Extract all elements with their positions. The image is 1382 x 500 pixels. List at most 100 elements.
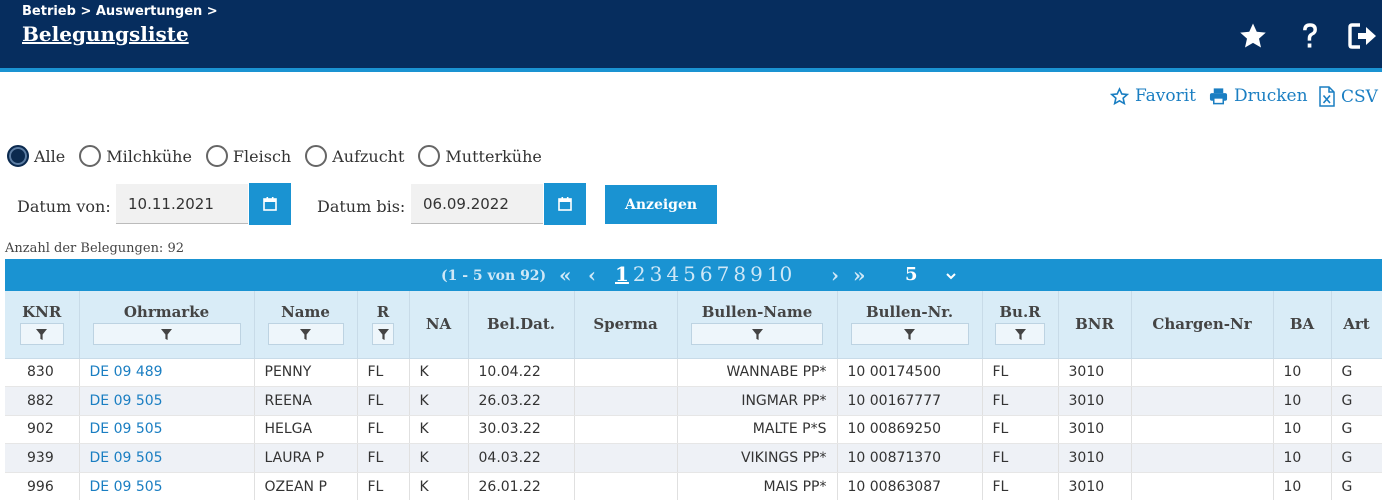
page-link-9[interactable]: 9 xyxy=(750,262,763,286)
col-header-chargen-nr[interactable]: Chargen-Nr xyxy=(1131,291,1274,359)
table-row[interactable]: 830 DE 09 489 PENNY FL K 10.04.22 WANNABE PP* 1… xyxy=(5,358,1382,388)
cell-bullen-nr: 10 00871370 xyxy=(837,443,983,473)
radio-alle[interactable]: Alle xyxy=(7,145,65,167)
page-size-select[interactable]: 5 xyxy=(905,264,918,285)
filter-icon[interactable] xyxy=(850,323,969,346)
page-link-4[interactable]: 4 xyxy=(666,262,679,286)
table-row[interactable]: 882 DE 09 505 REENA FL K 26.03.22 INGMAR PP* 10… xyxy=(5,386,1382,416)
csv-button[interactable]: CSV xyxy=(1319,86,1378,107)
col-label: Name xyxy=(281,303,330,322)
filter-icon[interactable] xyxy=(267,323,344,346)
cell-bel-dat: 30.03.22 xyxy=(468,415,575,445)
page-list: 1 2 3 4 5 6 7 8 9 10 xyxy=(615,262,792,286)
help-icon[interactable] xyxy=(1294,20,1326,52)
star-icon[interactable] xyxy=(1237,20,1269,52)
cell-bu-r: FL xyxy=(982,472,1059,500)
col-header-bu-r[interactable]: Bu.R xyxy=(982,291,1059,359)
radio-circle[interactable] xyxy=(79,145,102,167)
chevron-down-icon[interactable] xyxy=(945,267,957,286)
radio-aufzucht[interactable]: Aufzucht xyxy=(305,145,404,167)
filter-icon[interactable] xyxy=(691,323,823,346)
next-page-icon[interactable]: › xyxy=(831,263,839,287)
page-link-8[interactable]: 8 xyxy=(733,262,746,286)
cell-ohrmarke[interactable]: DE 09 505 xyxy=(79,472,255,500)
date-from-input[interactable]: 10.11.2021 xyxy=(116,184,248,224)
pager-info: (1 - 5 von 92) xyxy=(441,268,547,284)
date-to-calendar-button[interactable] xyxy=(544,183,586,225)
radio-circle[interactable] xyxy=(7,145,29,167)
col-label: Ohrmarke xyxy=(123,303,210,322)
col-label: KNR xyxy=(22,303,62,322)
radio-circle[interactable] xyxy=(418,145,441,167)
filter-icon[interactable] xyxy=(19,323,64,346)
col-header-ohrmarke[interactable]: Ohrmarke xyxy=(79,291,255,359)
table-header-row: KNR Ohrmarke Name R NA Bel.Dat. Sperma B… xyxy=(5,291,1382,359)
filter-icon[interactable] xyxy=(92,323,241,346)
first-page-icon[interactable]: « xyxy=(559,263,572,287)
radio-mutterkuehe[interactable]: Mutterkühe xyxy=(418,145,542,167)
cell-name: REENA xyxy=(254,386,358,416)
table-row[interactable]: 902 DE 09 505 HELGA FL K 30.03.22 MALTE P*S 10 … xyxy=(5,415,1382,445)
col-header-name[interactable]: Name xyxy=(254,291,358,359)
cell-bullen-name: VIKINGS PP* xyxy=(677,443,838,473)
radio-milchkuehe[interactable]: Milchkühe xyxy=(79,145,192,167)
col-header-bullen-name[interactable]: Bullen-Name xyxy=(677,291,838,359)
cell-chargen-nr xyxy=(1131,472,1274,500)
date-from-label: Datum von: xyxy=(17,197,111,216)
cell-bullen-nr: 10 00167777 xyxy=(837,386,983,416)
top-bar: Betrieb > Auswertungen > Belegungsliste xyxy=(0,0,1382,68)
cell-name: PENNY xyxy=(254,358,358,388)
page-link-2[interactable]: 2 xyxy=(633,262,646,286)
favorite-button[interactable]: Favorit xyxy=(1110,86,1196,106)
show-button[interactable]: Anzeigen xyxy=(605,185,717,224)
date-from-calendar-button[interactable] xyxy=(249,183,291,225)
radio-label: Fleisch xyxy=(232,146,292,166)
date-to-input[interactable]: 06.09.2022 xyxy=(411,184,543,224)
cell-name: HELGA xyxy=(254,415,358,445)
cell-r: FL xyxy=(357,443,410,473)
table-row[interactable]: 939 DE 09 505 LAURA P FL K 04.03.22 VIKINGS PP… xyxy=(5,443,1382,473)
last-page-icon[interactable]: » xyxy=(853,263,866,287)
page-link-6[interactable]: 6 xyxy=(700,262,713,286)
col-header-ba[interactable]: BA xyxy=(1273,291,1332,359)
cell-r: FL xyxy=(357,415,410,445)
col-label: R xyxy=(376,303,390,322)
col-header-bnr[interactable]: BNR xyxy=(1058,291,1132,359)
cell-bullen-nr: 10 00174500 xyxy=(837,358,983,388)
col-header-sperma[interactable]: Sperma xyxy=(574,291,678,359)
radio-fleisch[interactable]: Fleisch xyxy=(205,145,292,167)
col-header-na[interactable]: NA xyxy=(409,291,469,359)
cell-art: G xyxy=(1331,386,1382,416)
col-header-bullen-nr[interactable]: Bullen-Nr. xyxy=(837,291,983,359)
filter-icon[interactable] xyxy=(372,323,394,346)
cell-ba: 10 xyxy=(1273,358,1332,388)
col-header-bel-dat[interactable]: Bel.Dat. xyxy=(468,291,575,359)
col-header-r[interactable]: R xyxy=(357,291,410,359)
page-link-10[interactable]: 10 xyxy=(767,262,792,286)
cell-ohrmarke[interactable]: DE 09 489 xyxy=(79,358,255,388)
cell-ohrmarke[interactable]: DE 09 505 xyxy=(79,443,255,473)
cell-r: FL xyxy=(357,472,410,500)
page-link-7[interactable]: 7 xyxy=(717,262,730,286)
col-header-art[interactable]: Art xyxy=(1331,291,1382,359)
radio-circle[interactable] xyxy=(305,145,328,167)
logout-icon[interactable] xyxy=(1347,20,1379,52)
breadcrumb[interactable]: Betrieb > Auswertungen > xyxy=(22,4,218,19)
cell-bel-dat: 04.03.22 xyxy=(468,443,575,473)
page-link-5[interactable]: 5 xyxy=(683,262,696,286)
radio-circle[interactable] xyxy=(205,145,228,167)
cell-chargen-nr xyxy=(1131,386,1274,416)
page-link-1[interactable]: 1 xyxy=(615,262,629,286)
cell-ohrmarke[interactable]: DE 09 505 xyxy=(79,415,255,445)
cell-bullen-name: INGMAR PP* xyxy=(677,386,838,416)
cell-ohrmarke[interactable]: DE 09 505 xyxy=(79,386,255,416)
cell-na: K xyxy=(409,415,469,445)
table-row[interactable]: 996 DE 09 505 OZEAN P FL K 26.01.22 MAIS PP* 10… xyxy=(5,472,1382,500)
print-button[interactable]: Drucken xyxy=(1209,86,1308,106)
page-link-3[interactable]: 3 xyxy=(650,262,663,286)
prev-page-icon[interactable]: ‹ xyxy=(588,263,596,287)
col-header-knr[interactable]: KNR xyxy=(5,291,80,359)
cell-chargen-nr xyxy=(1131,358,1274,388)
filter-icon[interactable] xyxy=(995,323,1045,346)
page-title[interactable]: Belegungsliste xyxy=(22,22,189,46)
